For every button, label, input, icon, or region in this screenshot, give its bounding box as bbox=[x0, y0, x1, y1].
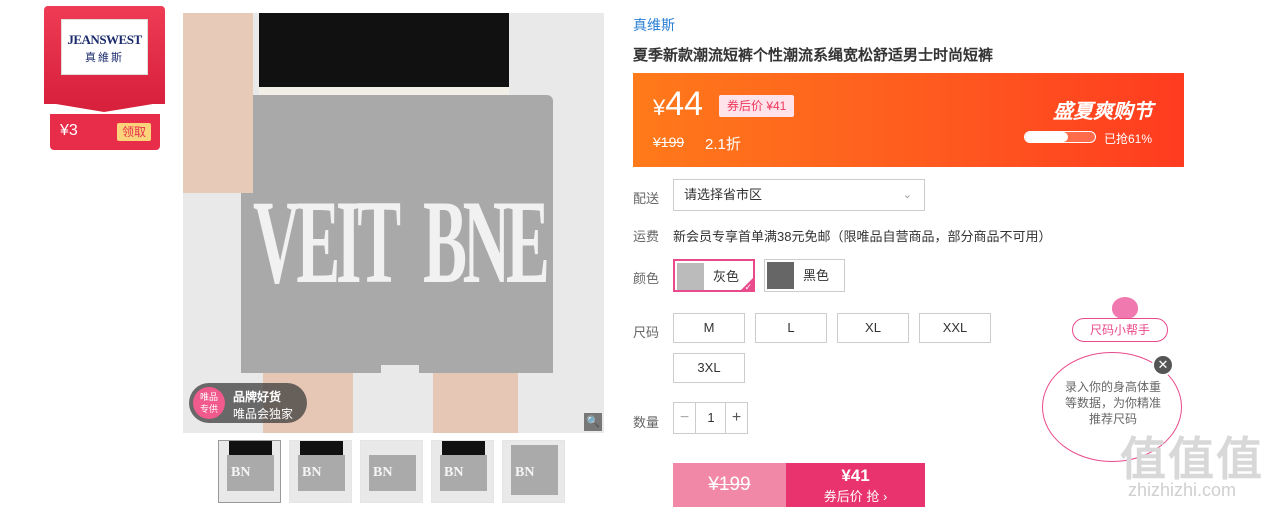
color-option-label: 灰色 bbox=[713, 269, 740, 284]
thumbnail-print: BN bbox=[515, 465, 535, 480]
quantity-input[interactable]: 1 bbox=[696, 403, 726, 433]
size-option-m[interactable]: M bbox=[673, 313, 745, 343]
sales-progress-text: 已抢61% bbox=[1104, 132, 1153, 146]
brand-card-header: JEANSWEST 真維斯 bbox=[44, 6, 165, 112]
quantity-label: 数量 bbox=[633, 415, 660, 430]
region-select-value: 请选择省市区 bbox=[684, 187, 763, 202]
store-name-link[interactable]: 真维斯 bbox=[633, 15, 675, 35]
thumbnail[interactable]: BN bbox=[289, 440, 352, 503]
exclusive-badge-title: 品牌好货 bbox=[233, 390, 282, 404]
product-page: JEANSWEST 真維斯 ¥3 领取 VEIT BNE 唯品 专供 品牌好货 唯… bbox=[0, 0, 1264, 507]
color-swatch-gray bbox=[677, 263, 704, 290]
color-option-gray[interactable]: 灰色 ✓ bbox=[673, 259, 755, 292]
shipping-label: 运费 bbox=[633, 229, 660, 244]
watermark-url: zhizhizhi.com bbox=[1128, 480, 1237, 500]
product-title: 夏季新款潮流短裤个性潮流系绳宽松舒适男士时尚短裤 bbox=[633, 47, 994, 64]
quantity-stepper: − 1 + bbox=[673, 402, 748, 434]
exclusive-badge-icon: 唯品 专供 bbox=[193, 387, 225, 419]
size-option-xxl[interactable]: XXL bbox=[919, 313, 991, 343]
sales-progress-fill bbox=[1025, 132, 1068, 142]
claim-coupon-button[interactable]: 领取 bbox=[117, 123, 151, 141]
color-option-black[interactable]: 黑色 bbox=[764, 259, 845, 292]
buy-at-original-price-button[interactable]: ¥199 bbox=[673, 463, 786, 507]
checkmark-icon: ✓ bbox=[744, 282, 752, 292]
main-product-image[interactable]: VEIT BNE 唯品 专供 品牌好货 唯品会独家 🔍 bbox=[183, 13, 604, 433]
size-helper-title[interactable]: 尺码小帮手 bbox=[1072, 318, 1168, 342]
sale-price: ¥44 bbox=[653, 85, 703, 124]
thumbnail-print: BN bbox=[231, 465, 251, 480]
shorts-right-leg bbox=[419, 313, 553, 373]
brand-logo[interactable]: JEANSWEST 真維斯 bbox=[61, 19, 148, 75]
color-option-label: 黑色 bbox=[803, 268, 830, 283]
event-title: 盛夏爽购节 bbox=[1053, 101, 1153, 123]
color-swatch-black bbox=[767, 262, 794, 289]
shorts-print-left: VEIT bbox=[253, 175, 401, 308]
shorts-print-right: BNE bbox=[423, 175, 550, 308]
size-option-l[interactable]: L bbox=[755, 313, 827, 343]
size-option-xl[interactable]: XL bbox=[837, 313, 909, 343]
coupon-buy-label: 券后价 抢 › bbox=[823, 489, 888, 504]
discount-rate: 2.1折 bbox=[705, 136, 741, 153]
currency-symbol: ¥ bbox=[653, 95, 666, 120]
magnifier-icon[interactable]: 🔍 bbox=[584, 413, 602, 431]
size-option-3xl[interactable]: 3XL bbox=[673, 353, 745, 383]
thumbnail[interactable]: BN bbox=[431, 440, 494, 503]
sales-progress-bar bbox=[1024, 131, 1096, 143]
thumbnail[interactable]: BN bbox=[502, 440, 565, 503]
size-label: 尺码 bbox=[633, 325, 660, 340]
exclusive-badge-subtitle: 唯品会独家 bbox=[233, 407, 294, 421]
brand-logo-subtext: 真維斯 bbox=[85, 52, 124, 64]
color-label: 颜色 bbox=[633, 271, 660, 286]
coupon-price: ¥41 bbox=[841, 466, 870, 485]
mascot-icon bbox=[1112, 297, 1138, 319]
coupon-value: ¥3 bbox=[60, 122, 78, 139]
thumbnail-print: BN bbox=[444, 465, 464, 480]
thumbnail-print: BN bbox=[302, 465, 322, 480]
exclusive-badge: 唯品 专供 品牌好货 唯品会独家 bbox=[189, 383, 307, 423]
arm-graphic bbox=[183, 13, 253, 193]
shipping-info: 新会员专享首单满38元免邮（限唯品自营商品，部分商品不可用） bbox=[673, 229, 1052, 244]
region-select[interactable]: 请选择省市区 ⌄ bbox=[673, 179, 925, 211]
chevron-down-icon: ⌄ bbox=[902, 189, 912, 201]
delivery-label: 配送 bbox=[633, 191, 660, 206]
sale-price-value: 44 bbox=[665, 85, 704, 123]
thumbnail[interactable]: BN bbox=[360, 440, 423, 503]
brand-logo-text: JEANSWEST bbox=[67, 32, 142, 47]
promo-banner: ¥44 券后价 ¥41 ¥199 2.1折 盛夏爽购节 已抢61% bbox=[633, 73, 1184, 167]
close-icon[interactable]: ✕ bbox=[1152, 354, 1174, 376]
original-price: ¥199 bbox=[653, 134, 685, 150]
thumbnail-print: BN bbox=[373, 465, 393, 480]
shorts-left-leg bbox=[241, 313, 381, 373]
right-knee bbox=[433, 373, 518, 433]
buy-with-coupon-button[interactable]: ¥41 券后价 抢 › bbox=[786, 463, 925, 507]
size-helper-text: 录入你的身高体重等数据，为你精准推荐尺码 bbox=[1064, 380, 1161, 426]
quantity-decrease-button[interactable]: − bbox=[674, 403, 696, 433]
shirt-graphic bbox=[259, 13, 509, 95]
quantity-increase-button[interactable]: + bbox=[725, 403, 747, 433]
coupon-price-tag: 券后价 ¥41 bbox=[719, 95, 795, 117]
brand-coupon-card[interactable]: JEANSWEST 真維斯 ¥3 领取 bbox=[44, 6, 165, 150]
brand-coupon-strip: ¥3 领取 bbox=[50, 114, 160, 150]
thumbnail[interactable]: BN bbox=[218, 440, 281, 503]
